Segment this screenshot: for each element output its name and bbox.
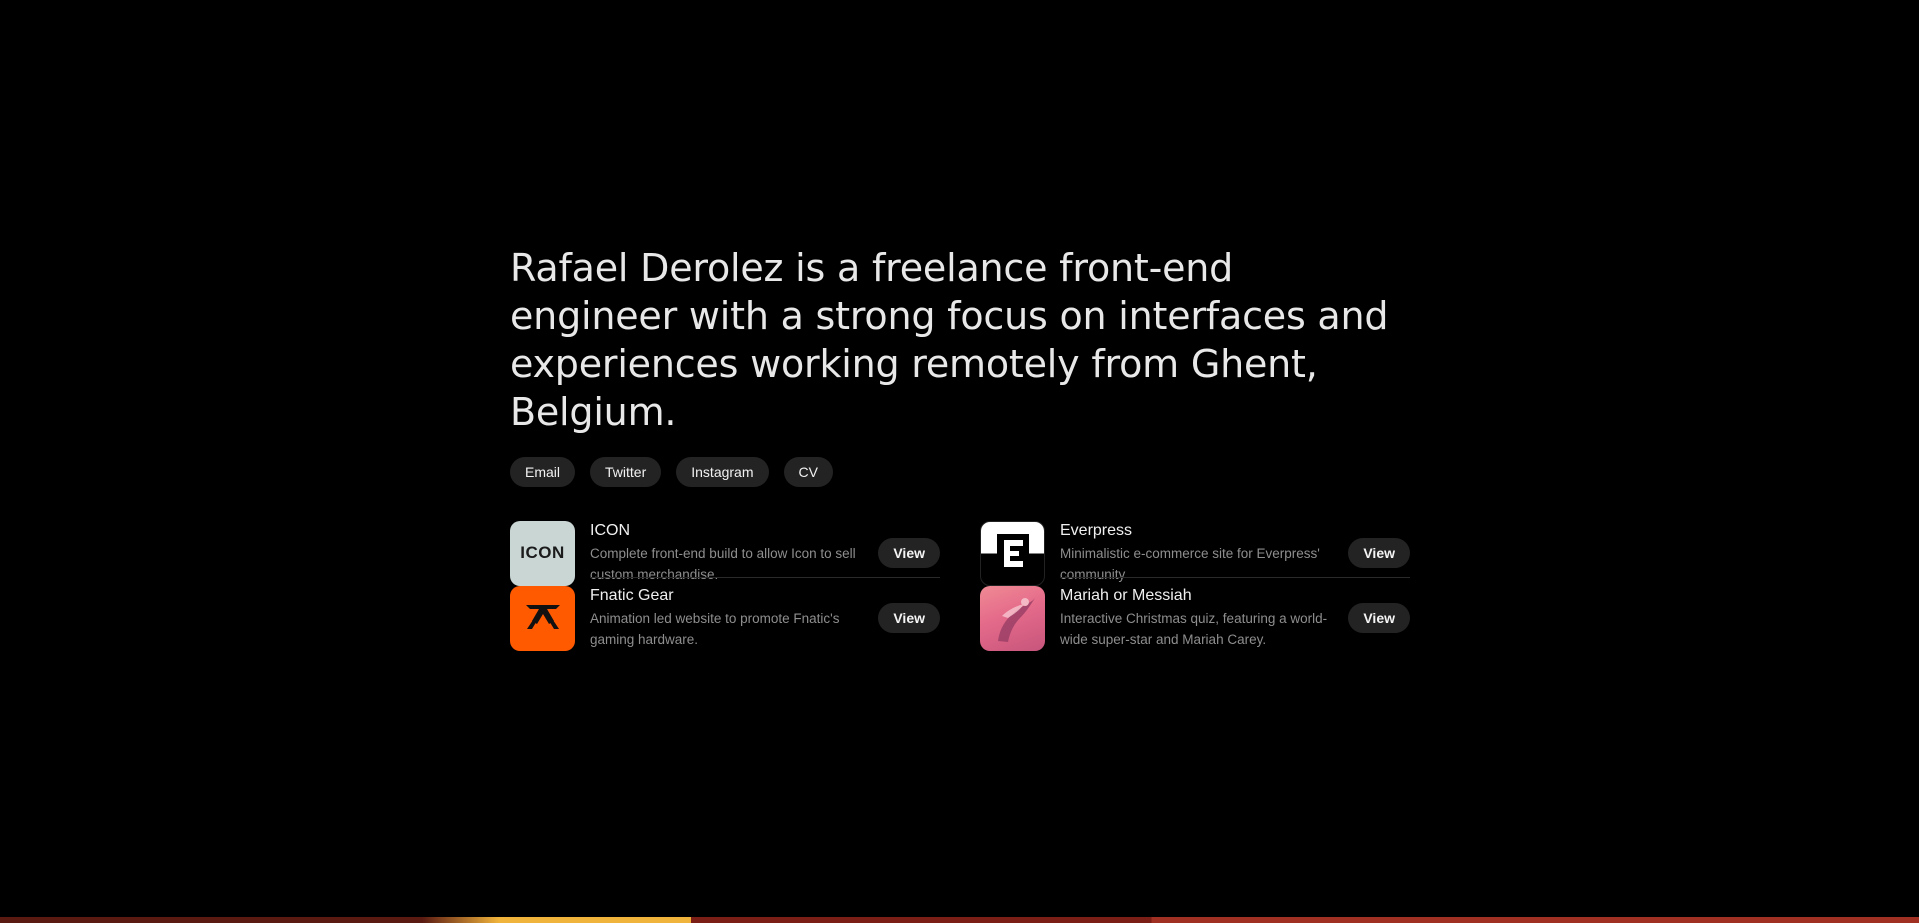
project-info: Fnatic Gear Animation led website to pro… [590,586,878,650]
everpress-e-icon [996,534,1029,572]
project-list: ICON ICON Complete front-end build to al… [510,512,1410,658]
icon-logo-thumbnail: ICON [510,520,575,586]
project-title: Fnatic Gear [590,587,674,604]
view-button[interactable]: View [1348,603,1410,633]
project-description: Animation led website to promote Fnatic'… [590,611,840,647]
everpress-logo-thumbnail [980,520,1045,586]
view-button[interactable]: View [1348,538,1410,568]
twitter-link[interactable]: Twitter [590,457,662,487]
fnatic-logo-thumbnail [510,585,575,651]
view-button[interactable]: View [878,603,940,633]
bottom-background-strip [0,917,1919,923]
project-fnatic-gear[interactable]: Fnatic Gear Animation led website to pro… [510,578,940,658]
cv-link[interactable]: CV [783,457,833,487]
project-title: Everpress [1060,522,1133,539]
page: Rafael Derolez is a freelance front-end … [0,0,1919,923]
mariah-artwork-thumbnail [980,585,1045,651]
view-button[interactable]: View [878,538,940,568]
project-title: ICON [590,522,630,539]
intro: Rafael Derolez is a freelance front-end … [510,244,1410,487]
intro-headline: Rafael Derolez is a freelance front-end … [510,246,1389,434]
project-info: ICON Complete front-end build to allow I… [590,521,878,585]
project-title: Mariah or Messiah [1060,587,1192,604]
email-link[interactable]: Email [510,457,576,487]
project-info: Everpress Minimalistic e-commerce site f… [1060,521,1348,585]
project-info: Mariah or Messiah Interactive Christmas … [1060,586,1348,650]
fnatic-logo-icon [525,605,560,629]
instagram-link[interactable]: Instagram [676,457,769,487]
icon-logo-text: ICON [520,543,565,562]
mariah-figure-icon [998,597,1035,642]
project-mariah-or-messiah[interactable]: Mariah or Messiah Interactive Christmas … [980,578,1410,658]
project-description: Interactive Christmas quiz, featuring a … [1060,611,1328,647]
contact-links: Email Twitter Instagram CV [510,457,1410,487]
